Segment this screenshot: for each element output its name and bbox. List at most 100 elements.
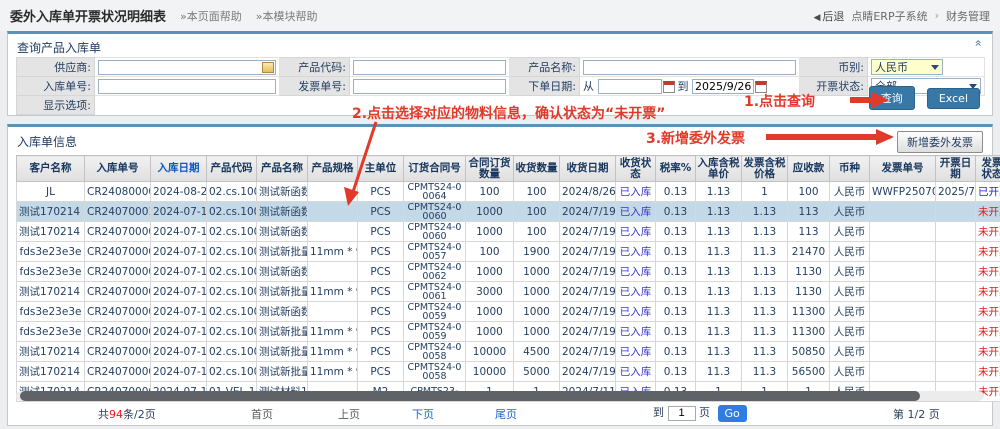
cell: 已入库: [616, 322, 656, 342]
column-header-14[interactable]: 发票含税价格: [742, 156, 788, 182]
cell: [308, 262, 358, 282]
cell: 测试新批量领: [257, 282, 308, 302]
cell: 未开票: [976, 342, 1000, 362]
cell: 测试新函数成: [257, 202, 308, 222]
table-row[interactable]: 测试170214 (XX)CR2407000102024-07-1902.cs.…: [17, 202, 1000, 222]
cell: 2024-07-19: [151, 282, 207, 302]
column-header-8[interactable]: 合同订货数量: [466, 156, 514, 182]
table-row[interactable]: fds3e23e3eCR2407000072024-07-1902.cs.100…: [17, 262, 1000, 282]
breadcrumb-system[interactable]: 点睛ERP子系统: [851, 8, 927, 24]
cell: 测试170214 (XX): [17, 222, 85, 242]
table-row[interactable]: 测试170214 (XX)CR2407000092024-07-1902.cs.…: [17, 222, 1000, 242]
cell: [870, 242, 936, 262]
query-panel-title: 查询产品入库单: [17, 39, 101, 56]
back-button[interactable]: ◀后退: [813, 8, 844, 24]
cell: 人民币: [830, 362, 870, 382]
column-header-2[interactable]: 入库日期: [151, 156, 207, 182]
column-header-9[interactable]: 收货数量: [514, 156, 560, 182]
column-header-1[interactable]: 入库单号: [85, 156, 151, 182]
table-row[interactable]: fds3e23e3eCR2407000082024-07-1902.cs.100…: [17, 242, 1000, 262]
cell: [936, 222, 976, 242]
cell: 已入库: [616, 182, 656, 202]
column-header-0[interactable]: 客户名称: [17, 156, 85, 182]
next-page-link[interactable]: 下页: [412, 406, 434, 422]
supplier-input[interactable]: [98, 60, 276, 75]
column-header-11[interactable]: 收货状态: [616, 156, 656, 182]
column-header-5[interactable]: 产品规格: [308, 156, 358, 182]
column-header-13[interactable]: 入库含税单价: [696, 156, 742, 182]
cell: 1000: [514, 322, 560, 342]
last-page-link[interactable]: 尾页: [495, 406, 517, 422]
column-header-6[interactable]: 主单位: [358, 156, 404, 182]
cell: [936, 242, 976, 262]
column-header-12[interactable]: 税率%: [656, 156, 696, 182]
column-header-15[interactable]: 应收款: [788, 156, 830, 182]
date-from-input[interactable]: [598, 79, 662, 94]
calendar-icon[interactable]: [663, 81, 675, 93]
inbound-no-input[interactable]: [98, 79, 276, 94]
column-header-16[interactable]: 币种: [830, 156, 870, 182]
cell: 测试新函数成: [257, 182, 308, 202]
first-page-link[interactable]: 首页: [251, 406, 273, 422]
excel-export-button[interactable]: Excel: [927, 88, 980, 109]
column-header-3[interactable]: 产品代码: [207, 156, 257, 182]
cell: 11.3: [696, 242, 742, 262]
cell: 02.cs.100246: [207, 322, 257, 342]
horizontal-scrollbar[interactable]: [16, 391, 984, 401]
table-row[interactable]: 测试170214 (XX)CR2407000042024-07-1902.cs.…: [17, 362, 1000, 382]
column-header-19[interactable]: 发票状态: [976, 156, 1000, 182]
cell: 11300: [788, 322, 830, 342]
cell: CR240700006: [85, 302, 151, 322]
page-title: 委外入库单开票状况明细表: [10, 6, 166, 25]
cell: 0.13: [656, 182, 696, 202]
currency-select[interactable]: 人民币: [871, 59, 943, 75]
cell: 2024/7/19 10: [560, 302, 616, 322]
cell: 测试新批量领: [257, 342, 308, 362]
go-button[interactable]: Go: [718, 405, 747, 422]
cell: 1.13: [742, 262, 788, 282]
cell: 02.cs.100241: [207, 222, 257, 242]
cell: 2024-07-19: [151, 342, 207, 362]
column-header-4[interactable]: 产品名称: [257, 156, 308, 182]
cell: 未开票: [976, 202, 1000, 222]
table-row[interactable]: fds3e23e3eCR2407000062024-07-1902.cs.100…: [17, 322, 1000, 342]
cell: 1900: [514, 242, 560, 262]
cell: 11.3: [742, 242, 788, 262]
cell: 5000: [514, 362, 560, 382]
table-row[interactable]: 测试170214 (XX)CR2407000072024-07-1902.cs.…: [17, 282, 1000, 302]
cell: 2024/7/19 10: [560, 222, 616, 242]
module-help-link[interactable]: »本模块帮助: [256, 8, 318, 24]
cell: 人民币: [830, 202, 870, 222]
cell: 0.13: [656, 282, 696, 302]
product-code-input[interactable]: [353, 60, 506, 75]
cell: 人民币: [830, 222, 870, 242]
cell: fds3e23e3e: [17, 242, 85, 262]
breadcrumb-module[interactable]: 财务管理: [946, 8, 990, 24]
add-outsource-invoice-button[interactable]: 新增委外发票: [897, 131, 983, 153]
cell: 1.13: [696, 262, 742, 282]
supplier-lookup-icon[interactable]: [262, 62, 274, 73]
table-row[interactable]: JLCR2408000012024-08-2602.cs.100241测试新函数…: [17, 182, 1000, 202]
invoice-no-input[interactable]: [353, 79, 506, 94]
collapse-panel-icon[interactable]: «: [972, 39, 984, 46]
scrollbar-thumb[interactable]: [20, 391, 920, 401]
column-header-7[interactable]: 订货合同号: [404, 156, 466, 182]
cell: CR240700007: [85, 282, 151, 302]
cell: CR240700006: [85, 322, 151, 342]
column-header-17[interactable]: 发票单号: [870, 156, 936, 182]
cell: 人民币: [830, 342, 870, 362]
cell: 113: [788, 202, 830, 222]
page-number-input[interactable]: [668, 406, 696, 421]
column-header-10[interactable]: 收货日期: [560, 156, 616, 182]
product-name-input[interactable]: [583, 60, 796, 75]
search-button[interactable]: 查询: [869, 86, 915, 110]
table-row[interactable]: 测试170214 (XX)CR2407000052024-07-1902.cs.…: [17, 342, 1000, 362]
cell: 2024/7/19 10: [560, 362, 616, 382]
column-header-18[interactable]: 开票日期: [936, 156, 976, 182]
table-row[interactable]: fds3e23e3eCR2407000062024-07-1902.cs.100…: [17, 302, 1000, 322]
prev-page-link[interactable]: 上页: [338, 406, 360, 422]
cell: PCS: [358, 262, 404, 282]
grid-title: 入库单信息: [17, 133, 77, 150]
page-help-link[interactable]: »本页面帮助: [180, 8, 242, 24]
cell: 2025/7/2: [936, 182, 976, 202]
